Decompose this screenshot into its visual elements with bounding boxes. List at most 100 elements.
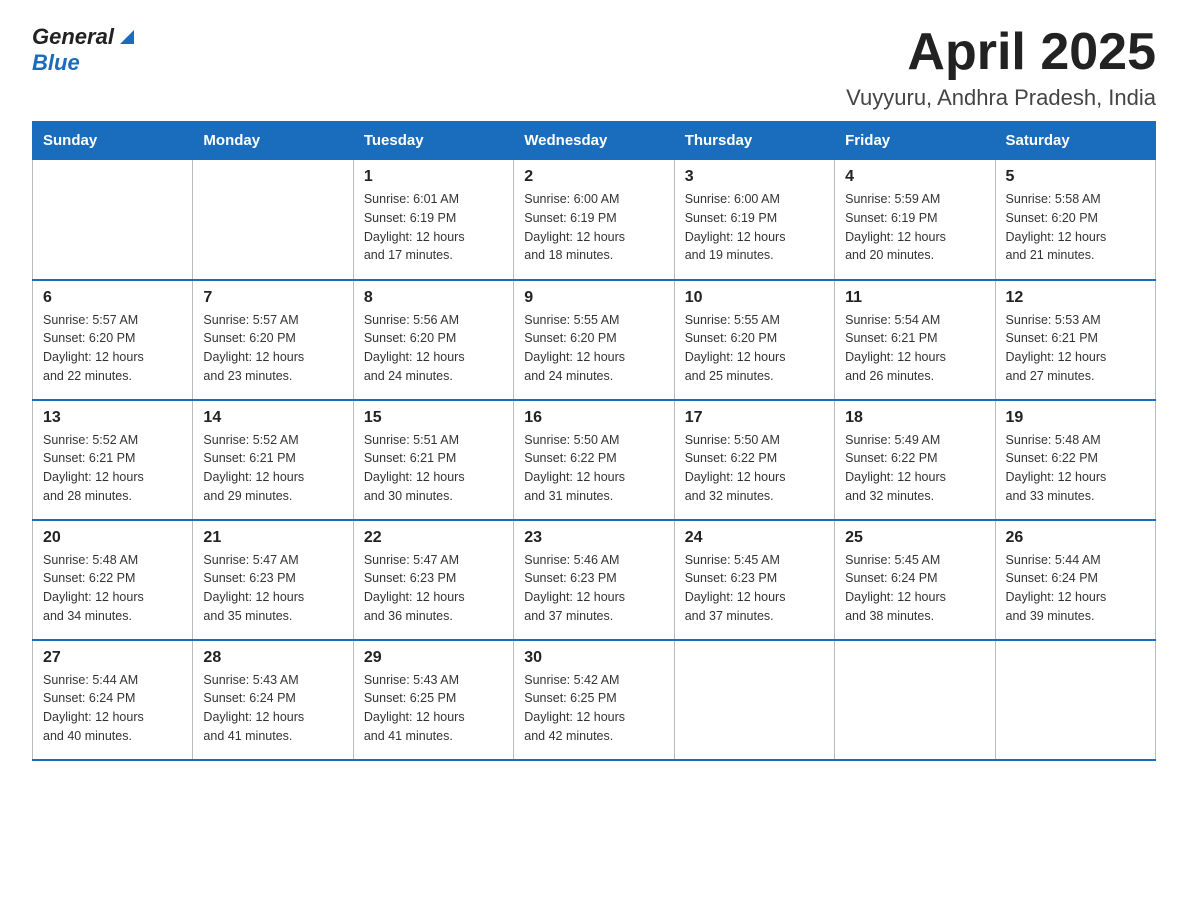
day-info: Sunrise: 5:47 AM Sunset: 6:23 PM Dayligh… xyxy=(364,551,503,626)
day-number: 9 xyxy=(524,289,663,307)
day-number: 22 xyxy=(364,529,503,547)
logo-triangle-icon xyxy=(116,26,138,48)
day-info: Sunrise: 5:48 AM Sunset: 6:22 PM Dayligh… xyxy=(1006,431,1145,506)
day-info: Sunrise: 5:47 AM Sunset: 6:23 PM Dayligh… xyxy=(203,551,342,626)
calendar-cell: 23Sunrise: 5:46 AM Sunset: 6:23 PM Dayli… xyxy=(514,520,674,640)
page-location: Vuyyuru, Andhra Pradesh, India xyxy=(846,85,1156,111)
page-header: General Blue April 2025 Vuyyuru, Andhra … xyxy=(32,24,1156,111)
day-info: Sunrise: 5:52 AM Sunset: 6:21 PM Dayligh… xyxy=(203,431,342,506)
day-info: Sunrise: 6:01 AM Sunset: 6:19 PM Dayligh… xyxy=(364,190,503,265)
day-info: Sunrise: 5:53 AM Sunset: 6:21 PM Dayligh… xyxy=(1006,311,1145,386)
calendar-cell: 13 Sunrise: 5:52 AM Sunset: 6:21 PM Dayli… xyxy=(33,400,193,520)
calendar-cell: 21 Sunrise: 5:47 AM Sunset: 6:23 PM Dayli… xyxy=(193,520,353,640)
calendar-cell: 16 Sunrise: 5:50 AM Sunset: 6:22 PM Dayli… xyxy=(514,400,674,520)
calendar-week-row: 27 Sunrise: 5:44 AM Sunset: 6:24 PM Dayli… xyxy=(33,640,1156,760)
col-wednesday: Wednesday xyxy=(514,122,674,160)
calendar-cell: 14Sunrise: 5:52 AM Sunset: 6:21 PM Dayli… xyxy=(193,400,353,520)
calendar-cell: 22 Sunrise: 5:47 AM Sunset: 6:23 PM Dayli… xyxy=(353,520,513,640)
day-info: Sunrise: 5:51 AM Sunset: 6:21 PM Dayligh… xyxy=(364,431,503,506)
col-thursday: Thursday xyxy=(674,122,834,160)
calendar-cell: 1 Sunrise: 6:01 AM Sunset: 6:19 PM Daylig… xyxy=(353,160,513,280)
day-info: Sunrise: 5:50 AM Sunset: 6:22 PM Dayligh… xyxy=(685,431,824,506)
calendar-cell: 5 Sunrise: 5:58 AM Sunset: 6:20 PM Daylig… xyxy=(995,160,1155,280)
day-number: 16 xyxy=(524,409,663,427)
day-number: 7 xyxy=(203,289,342,307)
title-block: April 2025 Vuyyuru, Andhra Pradesh, Indi… xyxy=(846,24,1156,111)
calendar-cell: 7 Sunrise: 5:57 AM Sunset: 6:20 PM Daylig… xyxy=(193,280,353,400)
day-number: 13 xyxy=(43,409,182,427)
day-number: 17 xyxy=(685,409,824,427)
day-info: Sunrise: 5:43 AM Sunset: 6:24 PM Dayligh… xyxy=(203,671,342,746)
day-number: 8 xyxy=(364,289,503,307)
calendar-cell: 10Sunrise: 5:55 AM Sunset: 6:20 PM Dayli… xyxy=(674,280,834,400)
day-info: Sunrise: 5:44 AM Sunset: 6:24 PM Dayligh… xyxy=(1006,551,1145,626)
calendar-cell: 9 Sunrise: 5:55 AM Sunset: 6:20 PM Daylig… xyxy=(514,280,674,400)
day-number: 11 xyxy=(845,289,984,307)
day-number: 24 xyxy=(685,529,824,547)
calendar-table: Sunday Monday Tuesday Wednesday Thursday… xyxy=(32,121,1156,761)
calendar-cell: 4 Sunrise: 5:59 AM Sunset: 6:19 PM Daylig… xyxy=(835,160,995,280)
logo: General Blue xyxy=(32,24,138,76)
calendar-cell: 18 Sunrise: 5:49 AM Sunset: 6:22 PM Dayli… xyxy=(835,400,995,520)
day-number: 12 xyxy=(1006,289,1145,307)
calendar-cell: 27 Sunrise: 5:44 AM Sunset: 6:24 PM Dayli… xyxy=(33,640,193,760)
day-info: Sunrise: 6:00 AM Sunset: 6:19 PM Dayligh… xyxy=(524,190,663,265)
calendar-cell xyxy=(193,160,353,280)
day-number: 21 xyxy=(203,529,342,547)
day-info: Sunrise: 5:54 AM Sunset: 6:21 PM Dayligh… xyxy=(845,311,984,386)
day-info: Sunrise: 5:48 AM Sunset: 6:22 PM Dayligh… xyxy=(43,551,182,626)
calendar-cell: 3Sunrise: 6:00 AM Sunset: 6:19 PM Daylig… xyxy=(674,160,834,280)
calendar-cell: 28 Sunrise: 5:43 AM Sunset: 6:24 PM Dayli… xyxy=(193,640,353,760)
day-number: 30 xyxy=(524,649,663,667)
col-monday: Monday xyxy=(193,122,353,160)
col-sunday: Sunday xyxy=(33,122,193,160)
calendar-cell xyxy=(995,640,1155,760)
calendar-cell: 19 Sunrise: 5:48 AM Sunset: 6:22 PM Dayli… xyxy=(995,400,1155,520)
calendar-cell: 25Sunrise: 5:45 AM Sunset: 6:24 PM Dayli… xyxy=(835,520,995,640)
calendar-cell: 30 Sunrise: 5:42 AM Sunset: 6:25 PM Dayli… xyxy=(514,640,674,760)
day-number: 5 xyxy=(1006,168,1145,186)
day-info: Sunrise: 5:49 AM Sunset: 6:22 PM Dayligh… xyxy=(845,431,984,506)
calendar-cell: 29 Sunrise: 5:43 AM Sunset: 6:25 PM Dayli… xyxy=(353,640,513,760)
logo-general-text: General xyxy=(32,24,114,50)
calendar-header: Sunday Monday Tuesday Wednesday Thursday… xyxy=(33,122,1156,160)
day-number: 29 xyxy=(364,649,503,667)
page-title: April 2025 xyxy=(846,24,1156,81)
day-number: 1 xyxy=(364,168,503,186)
calendar-cell: 11 Sunrise: 5:54 AM Sunset: 6:21 PM Dayli… xyxy=(835,280,995,400)
day-info: Sunrise: 5:55 AM Sunset: 6:20 PM Dayligh… xyxy=(524,311,663,386)
day-info: Sunrise: 5:56 AM Sunset: 6:20 PM Dayligh… xyxy=(364,311,503,386)
day-number: 23 xyxy=(524,529,663,547)
calendar-cell: 24Sunrise: 5:45 AM Sunset: 6:23 PM Dayli… xyxy=(674,520,834,640)
day-info: Sunrise: 5:44 AM Sunset: 6:24 PM Dayligh… xyxy=(43,671,182,746)
day-number: 18 xyxy=(845,409,984,427)
day-info: Sunrise: 5:57 AM Sunset: 6:20 PM Dayligh… xyxy=(203,311,342,386)
col-friday: Friday xyxy=(835,122,995,160)
day-number: 28 xyxy=(203,649,342,667)
day-number: 4 xyxy=(845,168,984,186)
day-number: 19 xyxy=(1006,409,1145,427)
logo-blue-text: Blue xyxy=(32,50,80,75)
day-info: Sunrise: 5:43 AM Sunset: 6:25 PM Dayligh… xyxy=(364,671,503,746)
calendar-cell: 20 Sunrise: 5:48 AM Sunset: 6:22 PM Dayli… xyxy=(33,520,193,640)
calendar-cell: 8 Sunrise: 5:56 AM Sunset: 6:20 PM Daylig… xyxy=(353,280,513,400)
col-tuesday: Tuesday xyxy=(353,122,513,160)
col-saturday: Saturday xyxy=(995,122,1155,160)
day-info: Sunrise: 5:58 AM Sunset: 6:20 PM Dayligh… xyxy=(1006,190,1145,265)
day-info: Sunrise: 5:52 AM Sunset: 6:21 PM Dayligh… xyxy=(43,431,182,506)
day-number: 2 xyxy=(524,168,663,186)
calendar-week-row: 6 Sunrise: 5:57 AM Sunset: 6:20 PM Daylig… xyxy=(33,280,1156,400)
day-info: Sunrise: 5:59 AM Sunset: 6:19 PM Dayligh… xyxy=(845,190,984,265)
calendar-week-row: 13 Sunrise: 5:52 AM Sunset: 6:21 PM Dayli… xyxy=(33,400,1156,520)
day-info: Sunrise: 5:42 AM Sunset: 6:25 PM Dayligh… xyxy=(524,671,663,746)
calendar-cell: 15Sunrise: 5:51 AM Sunset: 6:21 PM Dayli… xyxy=(353,400,513,520)
day-info: Sunrise: 5:57 AM Sunset: 6:20 PM Dayligh… xyxy=(43,311,182,386)
day-number: 3 xyxy=(685,168,824,186)
calendar-cell: 12 Sunrise: 5:53 AM Sunset: 6:21 PM Dayli… xyxy=(995,280,1155,400)
day-info: Sunrise: 5:50 AM Sunset: 6:22 PM Dayligh… xyxy=(524,431,663,506)
calendar-week-row: 20 Sunrise: 5:48 AM Sunset: 6:22 PM Dayli… xyxy=(33,520,1156,640)
calendar-cell xyxy=(674,640,834,760)
day-number: 27 xyxy=(43,649,182,667)
day-number: 20 xyxy=(43,529,182,547)
day-number: 6 xyxy=(43,289,182,307)
